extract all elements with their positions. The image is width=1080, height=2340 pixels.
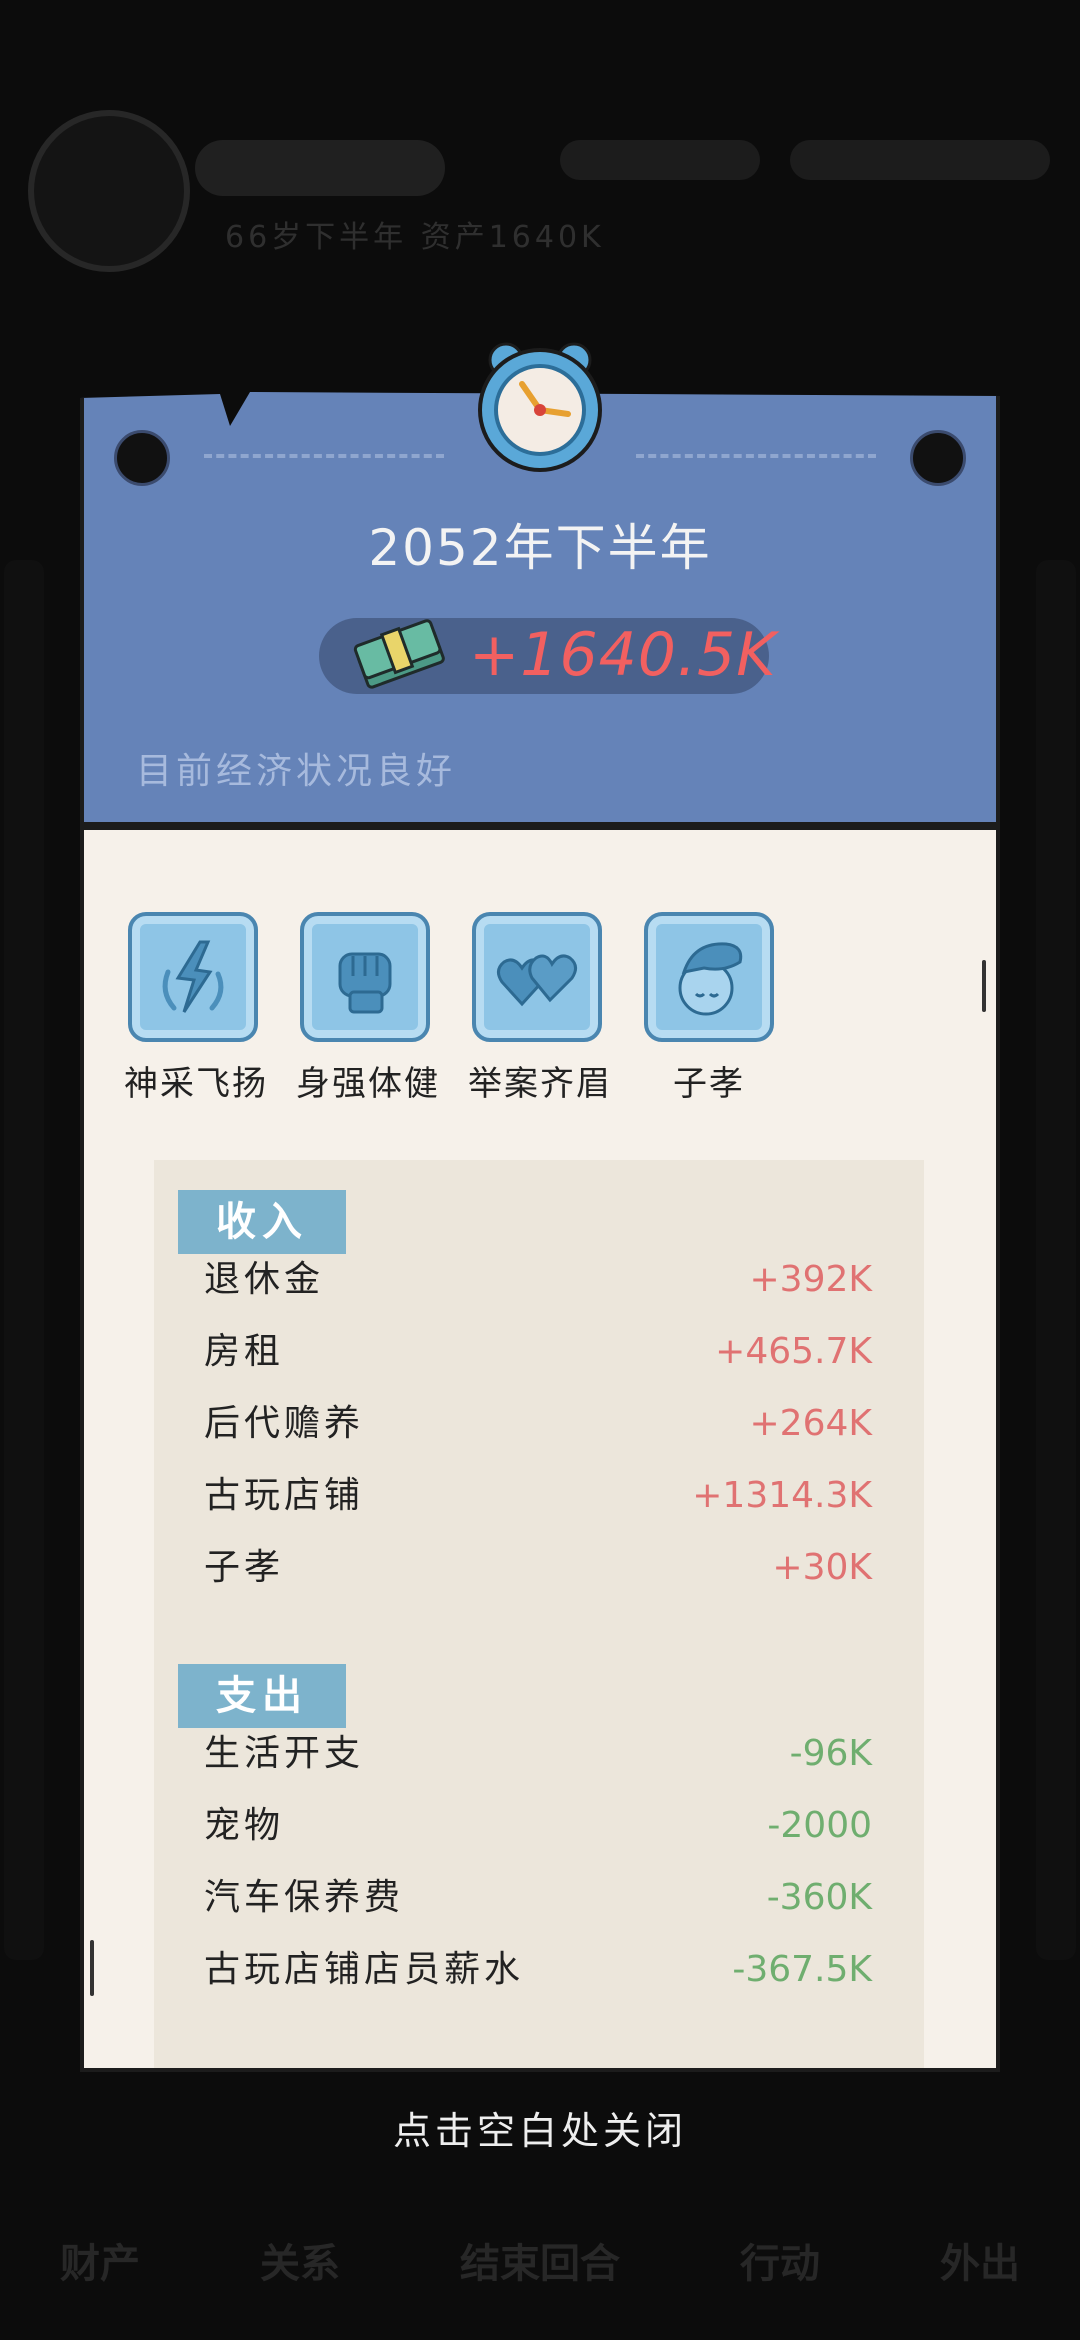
trait-item[interactable]: 子孝 xyxy=(640,912,778,1105)
income-row: 退休金 +392K xyxy=(204,1250,872,1310)
pin-hole-left xyxy=(114,430,170,486)
expense-row: 宠物 -2000 xyxy=(204,1796,872,1856)
income-label: 古玩店铺 xyxy=(204,1475,365,1516)
income-row: 后代赡养 +264K xyxy=(204,1394,872,1454)
income-tag: 收入 xyxy=(178,1190,346,1254)
trait-label: 身强体健 xyxy=(296,1064,440,1104)
expense-label: 汽车保养费 xyxy=(204,1877,405,1918)
alarm-clock-icon xyxy=(478,342,602,472)
economy-status: 目前经济状况良好 xyxy=(136,751,457,792)
background-info-text: 66岁下半年 资产1640K xyxy=(225,220,605,255)
fist-icon xyxy=(338,952,392,1014)
income-row: 房租 +465.7K xyxy=(204,1322,872,1382)
income-amount: +30K xyxy=(772,1547,872,1588)
income-row: 古玩店铺 +1314.3K xyxy=(204,1466,872,1526)
scrollbar-thumb-left xyxy=(90,1940,94,1996)
trait-badge[interactable] xyxy=(644,912,774,1042)
expense-amount: -360K xyxy=(766,1877,872,1918)
nav-item: 结束回合 xyxy=(460,2241,620,2287)
pin-hole-right xyxy=(910,430,966,486)
period-title: 2052年下半年 xyxy=(368,519,712,577)
trait-badge[interactable] xyxy=(472,912,602,1042)
dashed-line-left xyxy=(204,454,444,458)
income-amount: +392K xyxy=(749,1259,872,1300)
income-label: 房租 xyxy=(204,1331,285,1372)
name-pill xyxy=(195,140,445,196)
side-panel-right xyxy=(1036,560,1076,1960)
expense-tag: 支出 xyxy=(178,1664,346,1728)
trait-label: 神采飞扬 xyxy=(124,1064,268,1104)
trait-label: 举案齐眉 xyxy=(468,1064,612,1104)
expense-amount: -96K xyxy=(789,1733,872,1774)
nav-item: 行动 xyxy=(740,2241,820,2287)
income-amount: +1314.3K xyxy=(692,1475,872,1516)
nav-item: 财产 xyxy=(60,2241,140,2287)
expense-amount: -2000 xyxy=(767,1805,872,1846)
income-amount: +264K xyxy=(749,1403,872,1444)
nav-item: 关系 xyxy=(260,2241,340,2287)
expense-label: 古玩店铺店员薪水 xyxy=(204,1949,525,1990)
income-amount: +465.7K xyxy=(715,1331,872,1372)
trait-badge[interactable] xyxy=(300,912,430,1042)
trait-badge[interactable] xyxy=(128,912,258,1042)
report-paper[interactable]: 神采飞扬 身强体健 举案齐眉 子孝 收入 退休金 +392K 房租 +465.7… xyxy=(80,826,1000,2072)
tap-to-close-hint[interactable]: 点击空白处关闭 xyxy=(0,2100,1080,2155)
income-label: 子孝 xyxy=(204,1547,285,1588)
expense-row: 生活开支 -96K xyxy=(204,1724,872,1784)
head-pat-icon xyxy=(678,942,743,1016)
expense-label: 生活开支 xyxy=(204,1733,365,1774)
money-change-value: +1640.5K xyxy=(469,620,777,690)
trait-item[interactable]: 身强体健 xyxy=(296,912,440,1105)
hearts-icon xyxy=(497,954,577,1007)
resource-bar xyxy=(790,140,1050,180)
half-year-report-dialog: 2052年下半年 +1640.5K 目前经济状况良好 神采飞扬 身强体健 举案齐… xyxy=(80,342,1000,2072)
income-row: 子孝 +30K xyxy=(204,1538,872,1598)
money-change-pill: +1640.5K xyxy=(319,618,776,694)
traits-list: 神采飞扬 身强体健 举案齐眉 子孝 xyxy=(124,912,778,1105)
trait-item[interactable]: 神采飞扬 xyxy=(124,912,268,1105)
trait-label: 子孝 xyxy=(673,1064,745,1104)
expense-label: 宠物 xyxy=(204,1805,285,1846)
scrollbar-thumb[interactable] xyxy=(982,960,986,1012)
cash-stack-icon xyxy=(353,619,445,689)
expense-row: 古玩店铺店员薪水 -367.5K xyxy=(204,1940,872,2000)
ledger-panel: 收入 退休金 +392K 房租 +465.7K 后代赡养 +264K 古玩店铺 … xyxy=(154,1160,924,2068)
income-label: 退休金 xyxy=(204,1259,325,1300)
resource-bar xyxy=(560,140,760,180)
nav-item: 外出 xyxy=(940,2241,1020,2287)
income-label: 后代赡养 xyxy=(204,1403,365,1444)
avatar xyxy=(28,110,190,272)
trait-item[interactable]: 举案齐眉 xyxy=(468,912,612,1105)
lightning-icon xyxy=(162,940,224,1013)
bottom-nav: 财产 关系 结束回合 行动 外出 xyxy=(0,2180,1080,2340)
side-panel-left xyxy=(4,560,44,1960)
expense-row: 汽车保养费 -360K xyxy=(204,1868,872,1928)
expense-amount: -367.5K xyxy=(732,1949,872,1990)
dashed-line-right xyxy=(636,454,876,458)
